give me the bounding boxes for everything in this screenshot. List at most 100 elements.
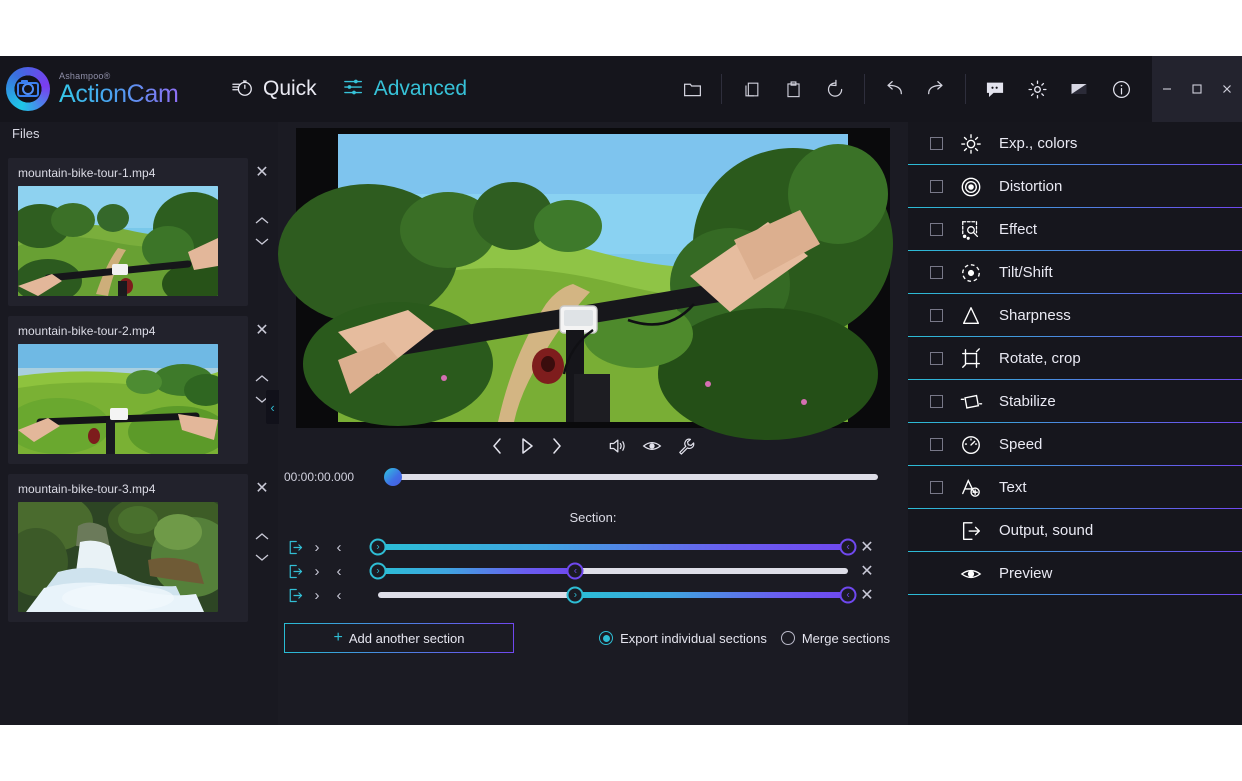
range-fill [575, 592, 848, 598]
list-item[interactable]: mountain-bike-tour-2.mp4 [8, 316, 248, 464]
export-icon[interactable] [284, 588, 306, 603]
section-range-slider[interactable]: › ‹ [378, 535, 848, 559]
play-button[interactable] [519, 437, 535, 455]
range-start-handle[interactable]: › [567, 587, 584, 604]
effect-checkbox[interactable] [930, 438, 943, 451]
tab-quick[interactable]: Quick [232, 76, 317, 103]
info-icon[interactable] [1100, 68, 1142, 110]
undo-icon[interactable] [873, 68, 915, 110]
wrench-icon[interactable] [677, 437, 696, 456]
section-next-button[interactable]: › [306, 539, 328, 556]
effect-item-output-sound[interactable]: Output, sound [908, 509, 1242, 552]
product-name: ActionCam [59, 82, 179, 107]
effect-label: Effect [999, 221, 1037, 238]
effect-item-effect[interactable]: Effect [908, 208, 1242, 251]
minimize-button[interactable] [1152, 56, 1182, 122]
list-item[interactable]: mountain-bike-tour-3.mp4 [8, 474, 248, 622]
gear-icon[interactable] [1016, 68, 1058, 110]
open-folder-icon[interactable] [671, 68, 713, 110]
effect-checkbox[interactable] [930, 352, 943, 365]
eye-icon[interactable] [642, 436, 662, 456]
toolbar-divider [721, 74, 722, 104]
export-icon[interactable] [284, 540, 306, 555]
remove-section-button[interactable]: ✕ [856, 537, 878, 557]
effect-item-exp-colors[interactable]: Exp., colors [908, 122, 1242, 165]
effect-checkbox[interactable] [930, 266, 943, 279]
collapse-sidebar-button[interactable]: ‹ [266, 390, 279, 424]
effect-item-text[interactable]: Text [908, 466, 1242, 509]
reorder-arrows [254, 214, 270, 250]
effect-label: Output, sound [999, 522, 1093, 539]
effect-label: Preview [999, 565, 1052, 582]
section-row: › ‹ › ‹ ✕ [284, 559, 878, 583]
remove-section-button[interactable]: ✕ [856, 561, 878, 581]
remove-file-button[interactable]: ✕ [254, 164, 270, 180]
effect-item-rotate-crop[interactable]: Rotate, crop [908, 337, 1242, 380]
radio-export-individual[interactable]: Export individual sections [599, 631, 767, 646]
maximize-button[interactable] [1182, 56, 1212, 122]
video-player[interactable] [296, 128, 890, 428]
effect-checkbox[interactable] [930, 137, 943, 150]
effect-checkbox[interactable] [930, 309, 943, 322]
tab-advanced[interactable]: Advanced [343, 76, 467, 103]
file-name: mountain-bike-tour-1.mp4 [18, 166, 238, 180]
range-end-handle[interactable]: ‹ [567, 563, 584, 580]
close-button[interactable] [1212, 56, 1242, 122]
paste-icon[interactable] [772, 68, 814, 110]
effect-checkbox[interactable] [930, 180, 943, 193]
volume-icon[interactable] [607, 436, 627, 456]
add-section-label: Add another section [349, 631, 465, 646]
add-section-button[interactable]: + Add another section [284, 623, 514, 653]
effect-item-distortion[interactable]: Distortion [908, 165, 1242, 208]
previous-frame-button[interactable] [490, 437, 504, 455]
section-range-slider[interactable]: › ‹ [378, 583, 848, 607]
list-item[interactable]: mountain-bike-tour-1.mp4 [8, 158, 248, 306]
reset-icon[interactable] [814, 68, 856, 110]
copy-icon[interactable] [730, 68, 772, 110]
effect-checkbox[interactable] [930, 481, 943, 494]
range-end-handle[interactable]: ‹ [840, 587, 857, 604]
reorder-arrows [254, 530, 270, 566]
effects-panel: Exp., colors Distortion [908, 122, 1242, 725]
range-start-handle[interactable]: › [370, 539, 387, 556]
contrast-icon[interactable] [1058, 68, 1100, 110]
seek-bar[interactable] [384, 468, 878, 486]
effect-item-tilt-shift[interactable]: Tilt/Shift [908, 251, 1242, 294]
range-start-handle[interactable]: › [370, 563, 387, 580]
move-up-button[interactable] [254, 530, 270, 546]
effect-checkbox[interactable] [930, 223, 943, 236]
move-up-button[interactable] [254, 214, 270, 230]
effect-checkbox[interactable] [930, 395, 943, 408]
effect-item-speed[interactable]: Speed [908, 423, 1242, 466]
next-frame-button[interactable] [550, 437, 564, 455]
speed-icon [958, 434, 984, 456]
move-up-button[interactable] [254, 372, 270, 388]
range-fill [378, 568, 575, 574]
playhead-handle[interactable] [384, 468, 402, 486]
section-prev-button[interactable]: ‹ [328, 539, 350, 556]
effect-item-sharpness[interactable]: Sharpness [908, 294, 1242, 337]
section-range-slider[interactable]: › ‹ [378, 559, 848, 583]
export-mode-radios: Export individual sections Merge section… [599, 631, 890, 646]
remove-file-button[interactable]: ✕ [254, 322, 270, 338]
redo-icon[interactable] [915, 68, 957, 110]
section-prev-button[interactable]: ‹ [328, 563, 350, 580]
export-icon[interactable] [284, 564, 306, 579]
section-next-button[interactable]: › [306, 563, 328, 580]
crop-icon [958, 348, 984, 370]
remove-section-button[interactable]: ✕ [856, 585, 878, 605]
feedback-icon[interactable] [974, 68, 1016, 110]
effect-item-preview[interactable]: Preview [908, 552, 1242, 595]
radio-export-individual-label: Export individual sections [620, 631, 767, 646]
remove-file-button[interactable]: ✕ [254, 480, 270, 496]
section-next-button[interactable]: › [306, 587, 328, 604]
app-logo: Ashampoo® ActionCam [0, 67, 220, 111]
move-down-button[interactable] [254, 234, 270, 250]
section-prev-button[interactable]: ‹ [328, 587, 350, 604]
effect-item-stabilize[interactable]: Stabilize [908, 380, 1242, 423]
radio-merge-sections[interactable]: Merge sections [781, 631, 890, 646]
move-down-button[interactable] [254, 550, 270, 566]
plus-icon: + [334, 630, 343, 646]
range-end-handle[interactable]: ‹ [840, 539, 857, 556]
effect-label: Sharpness [999, 307, 1071, 324]
